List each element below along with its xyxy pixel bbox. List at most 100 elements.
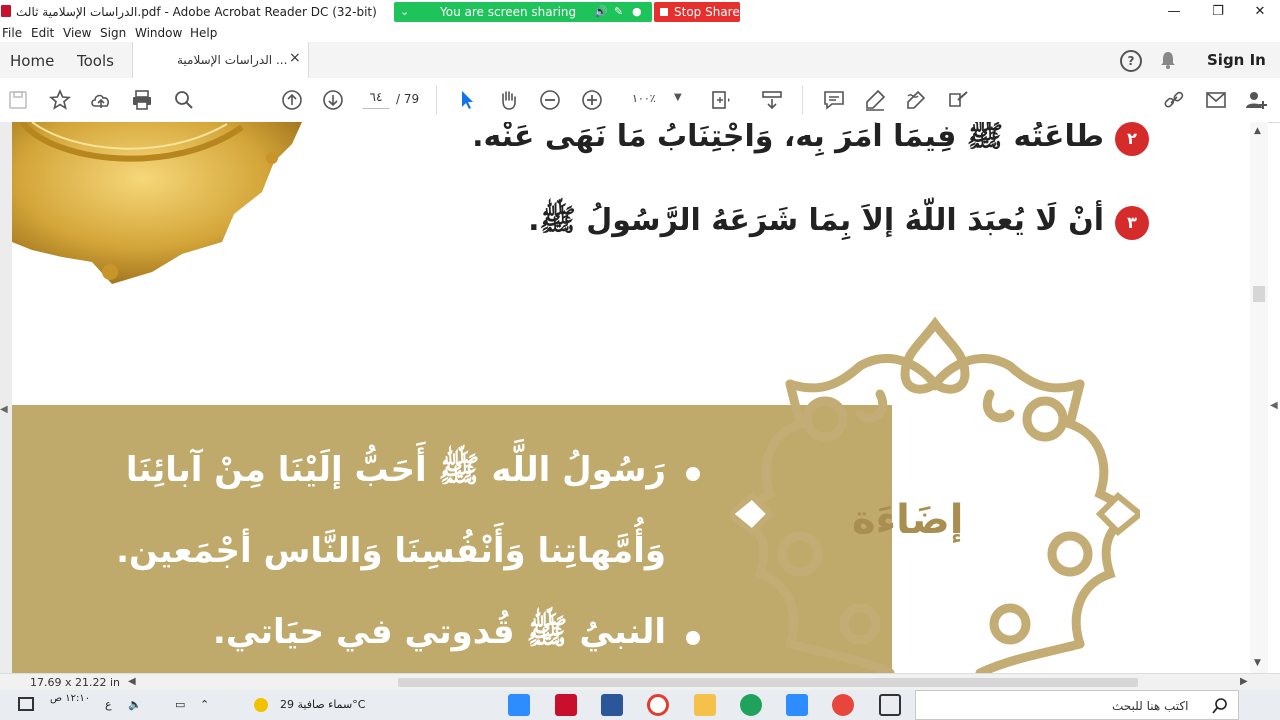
ornamental-frame-icon xyxy=(730,316,1140,673)
zoom-meeting-icon[interactable] xyxy=(786,694,808,716)
stop-share-button[interactable]: Stop Share xyxy=(654,2,740,22)
task-view-icon[interactable] xyxy=(879,694,901,716)
mic-icon[interactable]: ✎ xyxy=(614,5,623,18)
bullet-dot xyxy=(686,467,700,481)
page-total: / 79 xyxy=(396,92,420,106)
menu-window[interactable]: Window xyxy=(135,26,182,40)
tab-home[interactable]: Home xyxy=(10,52,54,70)
document-tab-label: الدراسات الإسلامية ... xyxy=(177,53,288,67)
scroll-up-icon[interactable]: ▲ xyxy=(1254,126,1261,136)
comment-icon[interactable] xyxy=(822,88,846,112)
record-app-icon[interactable] xyxy=(647,694,669,716)
volume-icon[interactable]: 🔈 xyxy=(128,698,142,711)
scroll-down-icon[interactable]: ▼ xyxy=(1254,658,1261,668)
network-icon[interactable]: ▭ xyxy=(175,698,185,711)
email-icon[interactable] xyxy=(1204,88,1228,112)
zoom-in-icon[interactable] xyxy=(580,88,604,112)
tab-document[interactable]: الدراسات الإسلامية ... × xyxy=(132,42,309,78)
menu-edit[interactable]: Edit xyxy=(31,26,54,40)
search-zoom-icon[interactable] xyxy=(172,88,196,112)
notification-center-icon[interactable] xyxy=(18,697,34,711)
close-tab-icon[interactable]: × xyxy=(289,50,301,66)
maximize-button[interactable]: ❐ xyxy=(1196,3,1240,21)
tab-tools[interactable]: Tools xyxy=(77,52,114,70)
item-number-badge: ٣ xyxy=(1115,206,1149,240)
horizontal-scrollbar[interactable]: 17.69 x 21.22 in ◀ ▶ xyxy=(0,673,1280,691)
upload-cloud-icon[interactable] xyxy=(89,88,113,112)
help-icon[interactable]: ? xyxy=(1120,50,1142,72)
frame-title: إضَاءَة xyxy=(852,497,964,543)
vertical-scroll-thumb[interactable] xyxy=(1253,286,1265,302)
zoom-app-icon[interactable] xyxy=(508,694,530,716)
tab-bar: Home Tools الدراسات الإسلامية ... × ? Si… xyxy=(0,42,1280,79)
search-placeholder: اكتب هنا للبحث xyxy=(1112,699,1189,713)
close-window-button[interactable]: ✕ xyxy=(1238,3,1280,21)
page-fit-icon[interactable] xyxy=(708,88,732,112)
speaker-icon[interactable]: 🔊 xyxy=(594,5,608,18)
pdf-page: ٢ طَاعَتُه ﷺ فِيمَا أَمَرَ بِه، وَاجْتِن… xyxy=(12,122,1250,673)
minimize-button[interactable]: — xyxy=(1152,3,1196,21)
band-line-3: النبيُ ﷺ قُدوتي في حيَاتي. xyxy=(212,612,666,652)
hand-tool-icon[interactable] xyxy=(496,88,520,112)
highlight-pen-icon[interactable] xyxy=(863,88,887,112)
zoom-out-icon[interactable] xyxy=(538,88,562,112)
chrome-browser-icon[interactable] xyxy=(832,694,854,716)
next-page-icon[interactable] xyxy=(321,88,345,112)
word-app-icon[interactable] xyxy=(601,694,623,716)
toolbar-divider xyxy=(436,86,437,114)
document-line-3: أنْ لَا يُعبَدَ اللّهُ إلاَ بِمَا شَرَعَ… xyxy=(528,203,1104,238)
pdf-file-icon xyxy=(1,5,11,17)
acrobat-app-icon[interactable] xyxy=(555,694,577,716)
taskbar: ١٢:١٠ ص ع 🔈 ▭ ⌃ سماء صافية 29°C اكتب هنا… xyxy=(0,690,1280,720)
chevron-up-icon[interactable]: ⌃ xyxy=(200,698,209,711)
golden-medallion-icon xyxy=(12,122,302,284)
stop-icon xyxy=(660,8,668,16)
toolbar: ٦٤ / 79 ١٠٠٪ ▼ xyxy=(0,78,1280,123)
zoom-level-dropdown[interactable]: ١٠٠٪ xyxy=(632,92,656,105)
shield-icon: ● xyxy=(632,5,642,18)
scroll-mode-icon[interactable] xyxy=(760,88,784,112)
clock[interactable]: ١٢:١٠ ص xyxy=(50,693,90,704)
draw-signature-icon[interactable] xyxy=(904,88,928,112)
document-viewport[interactable]: ◀ ٢ طَاعَتُه ﷺ فِيمَا أَمَرَ بِه، وَاجْت… xyxy=(0,122,1250,673)
page-size-readout: 17.69 x 21.22 in xyxy=(30,676,121,689)
print-icon[interactable] xyxy=(130,88,154,112)
file-explorer-icon[interactable] xyxy=(694,694,716,716)
screen-share-message: You are screen sharing xyxy=(440,5,577,19)
weather-moon-icon xyxy=(254,698,268,712)
taskbar-search-input[interactable]: اكتب هنا للبحث xyxy=(915,690,1239,720)
share-link-icon[interactable] xyxy=(1162,88,1186,112)
page-number-input[interactable]: ٦٤ xyxy=(363,90,389,109)
add-user-icon[interactable] xyxy=(1244,88,1268,112)
bullet-dot xyxy=(686,631,700,645)
edge-browser-icon[interactable] xyxy=(740,694,762,716)
select-cursor-icon[interactable] xyxy=(455,88,479,112)
sign-in-button[interactable]: Sign In xyxy=(1207,51,1266,69)
zoom-chevron-down-icon[interactable]: ▼ xyxy=(674,92,682,103)
right-pane-toggle-icon[interactable]: ◀ xyxy=(1270,400,1278,411)
menu-sign[interactable]: Sign xyxy=(100,26,126,40)
left-pane-toggle-icon[interactable]: ◀ xyxy=(0,404,8,415)
weather-status[interactable]: سماء صافية 29°C xyxy=(280,698,365,711)
previous-page-icon[interactable] xyxy=(280,88,304,112)
menu-bar: File Edit View Sign Window Help xyxy=(0,24,1280,42)
menu-file[interactable]: File xyxy=(2,26,22,40)
vertical-scrollbar[interactable]: ▲ ▼ xyxy=(1250,122,1268,673)
bookmark-star-icon[interactable] xyxy=(48,88,72,112)
scroll-left-icon[interactable]: ◀ xyxy=(128,676,136,687)
stop-share-label: Stop Share xyxy=(674,5,740,19)
keyboard-language[interactable]: ع xyxy=(105,698,112,711)
fill-sign-icon[interactable] xyxy=(945,88,969,112)
document-line-2: طَاعَتُه ﷺ فِيمَا أَمَرَ بِه، وَاجْتِنَا… xyxy=(472,122,1104,154)
notification-bell-icon[interactable] xyxy=(1160,51,1176,69)
toolbar-divider xyxy=(802,86,803,114)
horizontal-scroll-thumb[interactable] xyxy=(398,678,1138,687)
menu-help[interactable]: Help xyxy=(190,26,217,40)
screen-share-banner: ⌄ You are screen sharing 🔊 ✎ ● xyxy=(394,2,652,22)
share-chevron-icon: ⌄ xyxy=(400,5,410,18)
band-line-2: وَأُمَّهاتِنا وَأَنْفُسِنَا وَالنَّاس أج… xyxy=(116,531,666,571)
band-line-1: رَسُولُ اللَّه ﷺ أَحَبُّ إلَيْنَا مِنْ آ… xyxy=(125,450,666,490)
save-icon[interactable] xyxy=(6,88,30,112)
menu-view[interactable]: View xyxy=(63,26,91,40)
scroll-right-icon[interactable]: ▶ xyxy=(1240,676,1248,687)
